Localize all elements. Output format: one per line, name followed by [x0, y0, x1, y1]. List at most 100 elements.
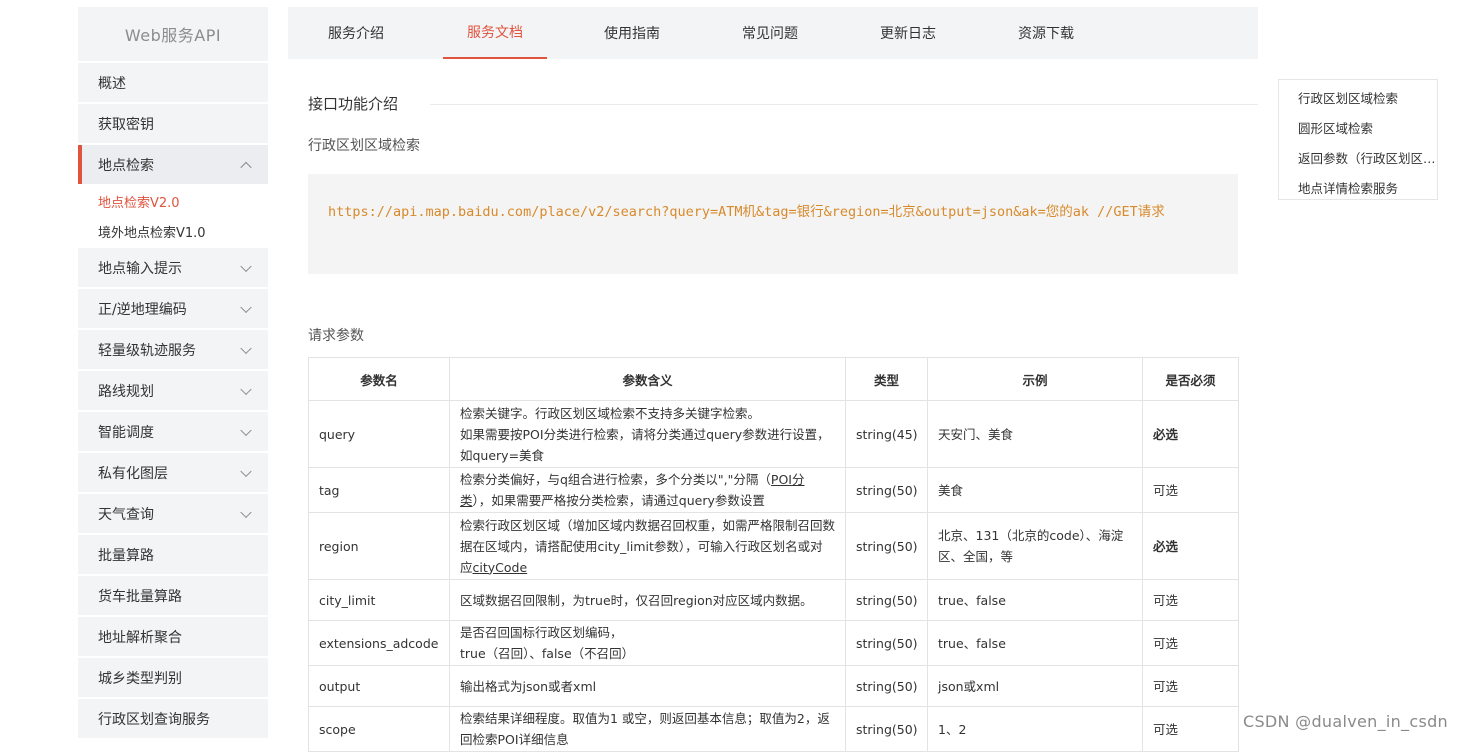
param-example: 北京、131（北京的code）、海淀区、全国，等: [927, 512, 1143, 580]
toc-item-circle-search[interactable]: 圆形区域检索: [1279, 114, 1437, 144]
chevron-up-icon: [240, 161, 252, 173]
sidebar-item-address-aggregation[interactable]: 地址解析聚合: [78, 617, 268, 656]
watermark: CSDN @dualven_in_csdn: [1242, 712, 1448, 731]
param-meaning: 区域数据召回限制，为true时，仅召回region对应区域内数据。: [449, 579, 846, 621]
sidebar-item-label: 获取密钥: [98, 116, 154, 133]
sidebar-item-label: 概述: [98, 75, 126, 92]
tab-faq[interactable]: 常见问题: [718, 7, 822, 59]
sidebar-item-district-query[interactable]: 行政区划查询服务: [78, 699, 268, 738]
sidebar-item-label: 地点检索: [98, 157, 154, 174]
toc-item-return-params[interactable]: 返回参数（行政区划区域检索）: [1279, 144, 1437, 174]
code-example: https://api.map.baidu.com/place/v2/searc…: [308, 174, 1238, 274]
sidebar-item-label: 批量算路: [98, 547, 154, 564]
sidebar-subitem-place-search-v2[interactable]: 地点检索V2.0: [78, 186, 268, 216]
toc-item-district-search[interactable]: 行政区划区域检索: [1279, 84, 1437, 114]
heading-divider: [430, 104, 1258, 105]
tab-changelog[interactable]: 更新日志: [856, 7, 960, 59]
param-name: city_limit: [308, 579, 450, 621]
param-name: query: [308, 400, 450, 468]
toc-item-detail-search[interactable]: 地点详情检索服务: [1279, 174, 1437, 204]
table-row: region 检索行政区划区域（增加区域内数据召回权重，如需严格限制召回数据在区…: [308, 512, 1239, 580]
param-meaning: 检索关键字。行政区划区域检索不支持多关键字检索。 如果需要按POI分类进行检索，…: [449, 400, 846, 468]
table-row: scope 检索结果详细程度。取值为1 或空，则返回基本信息；取值为2，返回检索…: [308, 706, 1239, 752]
tab-usage-guide[interactable]: 使用指南: [580, 7, 684, 59]
chevron-down-icon: [240, 260, 252, 272]
sidebar-item-label: 轻量级轨迹服务: [98, 342, 196, 359]
sidebar-item-label: 天气查询: [98, 506, 154, 523]
param-example: true、false: [927, 620, 1143, 666]
chevron-down-icon: [240, 301, 252, 313]
chevron-down-icon: [240, 506, 252, 518]
sidebar-item-overview[interactable]: 概述: [78, 63, 268, 102]
param-example: 美食: [927, 467, 1143, 513]
param-type: string(50): [845, 665, 928, 707]
param-meaning: 检索行政区划区域（增加区域内数据召回权重，如需严格限制召回数据在区域内，请搭配使…: [449, 512, 846, 580]
sidebar-item-weather[interactable]: 天气查询: [78, 494, 268, 533]
sidebar-title: Web服务API: [78, 7, 268, 61]
param-name: tag: [308, 467, 450, 513]
table-row: output 输出格式为json或者xml string(50) json或xm…: [308, 665, 1239, 707]
header-param-meaning: 参数含义: [449, 357, 846, 401]
chevron-down-icon: [240, 424, 252, 436]
tab-downloads[interactable]: 资源下载: [994, 7, 1098, 59]
param-meaning: 是否召回国标行政区划编码， true（召回）、false（不召回）: [449, 620, 846, 666]
sidebar-item-label: 私有化图层: [98, 465, 168, 482]
param-name: extensions_adcode: [308, 620, 450, 666]
param-example: 天安门、美食: [927, 400, 1143, 468]
sidebar-item-get-key[interactable]: 获取密钥: [78, 104, 268, 143]
param-type: string(50): [845, 706, 928, 752]
header-example: 示例: [927, 357, 1143, 401]
citycode-link[interactable]: cityCode: [473, 560, 528, 575]
sidebar-item-label: 行政区划查询服务: [98, 711, 210, 728]
param-name: scope: [308, 706, 450, 752]
sidebar-item-route-planning[interactable]: 路线规划: [78, 371, 268, 410]
param-required: 必选: [1142, 400, 1239, 468]
table-row: tag 检索分类偏好，与q组合进行检索，多个分类以","分隔（POI分类），如果…: [308, 467, 1239, 513]
section-heading: 接口功能介绍: [308, 95, 399, 113]
sidebar-item-truck-batch-route[interactable]: 货车批量算路: [78, 576, 268, 615]
sidebar-item-private-layer[interactable]: 私有化图层: [78, 453, 268, 492]
sidebar-item-place-search[interactable]: 地点检索: [78, 145, 268, 184]
param-name: region: [308, 512, 450, 580]
sidebar-item-label: 智能调度: [98, 424, 154, 441]
sidebar-item-place-suggestion[interactable]: 地点输入提示: [78, 248, 268, 287]
sidebar-submenu: 地点检索V2.0 境外地点检索V1.0: [78, 184, 268, 246]
page-toc: 行政区划区域检索 圆形区域检索 返回参数（行政区划区域检索） 地点详情检索服务: [1278, 79, 1438, 200]
param-name: output: [308, 665, 450, 707]
header-type: 类型: [845, 357, 928, 401]
param-required: 可选: [1142, 579, 1239, 621]
sidebar-item-geocoding[interactable]: 正/逆地理编码: [78, 289, 268, 328]
param-type: string(50): [845, 467, 928, 513]
param-required: 必选: [1142, 512, 1239, 580]
sidebar-item-label: 货车批量算路: [98, 588, 182, 605]
table-row: query 检索关键字。行政区划区域检索不支持多关键字检索。 如果需要按POI分…: [308, 400, 1239, 468]
tab-service-intro[interactable]: 服务介绍: [304, 7, 408, 59]
param-example: 1、2: [927, 706, 1143, 752]
sidebar: Web服务API 概述 获取密钥 地点检索 地点检索V2.0 境外地点检索V1.…: [78, 7, 268, 743]
sidebar-item-batch-route[interactable]: 批量算路: [78, 535, 268, 574]
sidebar-item-urban-rural[interactable]: 城乡类型判别: [78, 658, 268, 697]
param-meaning: 输出格式为json或者xml: [449, 665, 846, 707]
sidebar-item-label: 城乡类型判别: [98, 670, 182, 687]
sidebar-item-label: 地址解析聚合: [98, 629, 182, 646]
sidebar-item-track-service[interactable]: 轻量级轨迹服务: [78, 330, 268, 369]
param-required: 可选: [1142, 706, 1239, 752]
table-row: city_limit 区域数据召回限制，为true时，仅召回region对应区域…: [308, 579, 1239, 621]
param-meaning: 检索结果详细程度。取值为1 或空，则返回基本信息；取值为2，返回检索POI详细信…: [449, 706, 846, 752]
meaning-text: 检索分类偏好，与q组合进行检索，多个分类以","分隔（: [460, 472, 771, 487]
sidebar-subitem-overseas-search-v1[interactable]: 境外地点检索V1.0: [78, 216, 268, 246]
header-param-name: 参数名: [308, 357, 450, 401]
sidebar-item-label: 地点输入提示: [98, 260, 182, 277]
table-header-row: 参数名 参数含义 类型 示例 是否必须: [308, 357, 1239, 401]
chevron-down-icon: [240, 465, 252, 477]
sidebar-item-label: 正/逆地理编码: [98, 301, 187, 318]
chevron-down-icon: [240, 383, 252, 395]
request-params-title: 请求参数: [308, 328, 364, 344]
param-type: string(50): [845, 579, 928, 621]
param-required: 可选: [1142, 665, 1239, 707]
header-required: 是否必须: [1142, 357, 1239, 401]
sidebar-item-smart-dispatch[interactable]: 智能调度: [78, 412, 268, 451]
param-example: json或xml: [927, 665, 1143, 707]
param-required: 可选: [1142, 620, 1239, 666]
tab-service-docs[interactable]: 服务文档: [443, 7, 547, 59]
